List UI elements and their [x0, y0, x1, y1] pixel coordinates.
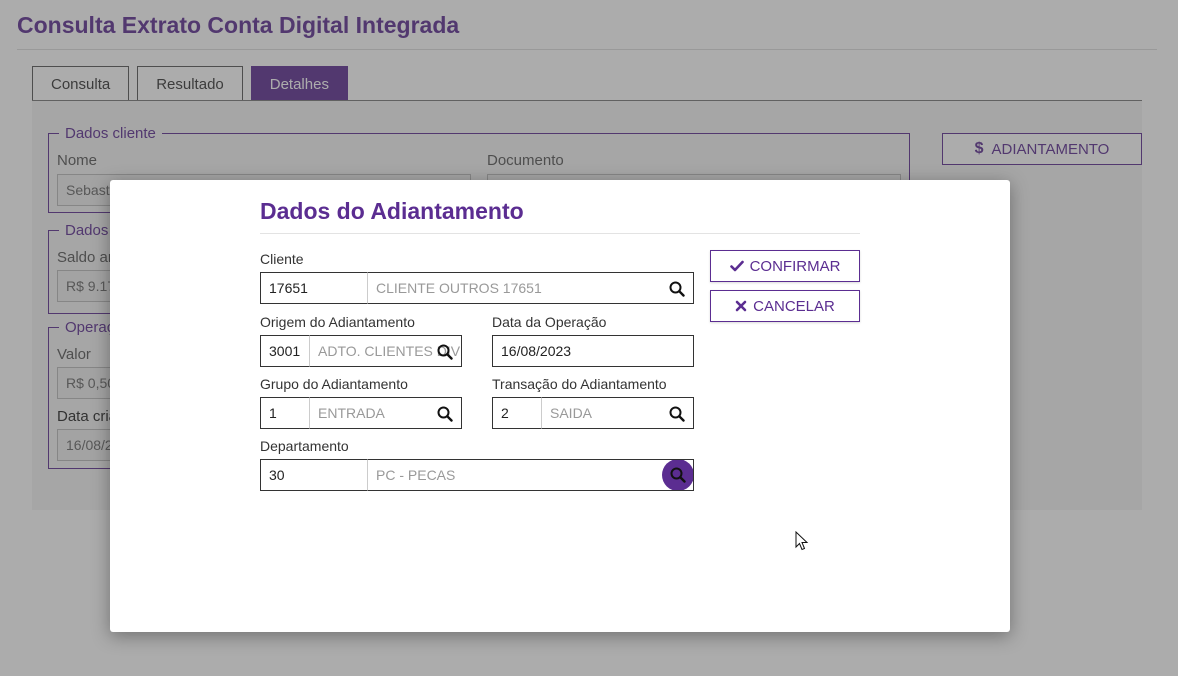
search-icon[interactable]: [662, 460, 693, 490]
search-icon[interactable]: [435, 404, 455, 424]
grupo-label: Grupo do Adiantamento: [260, 376, 408, 392]
grupo-code-input[interactable]: 1: [260, 397, 310, 429]
departamento-desc-text: PC - PECAS: [376, 467, 456, 483]
grupo-desc-field: ENTRADA: [309, 397, 462, 429]
adiantamento-modal: Dados do Adiantamento Cliente 17651 CLIE…: [110, 180, 1010, 632]
cliente-desc-text: CLIENTE OUTROS 17651: [376, 280, 542, 296]
cancelar-button-label: CANCELAR: [753, 297, 835, 315]
mouse-cursor-icon: [795, 530, 809, 554]
confirmar-button[interactable]: CONFIRMAR: [710, 250, 860, 282]
cliente-desc-field: CLIENTE OUTROS 17651: [367, 272, 694, 304]
origem-label: Origem do Adiantamento: [260, 314, 415, 330]
transacao-desc-field: SAIDA: [541, 397, 694, 429]
departamento-label: Departamento: [260, 438, 349, 454]
search-icon[interactable]: [435, 342, 455, 362]
data-operacao-input[interactable]: 16/08/2023: [492, 335, 694, 367]
departamento-desc-field: PC - PECAS: [367, 459, 694, 491]
search-icon[interactable]: [667, 404, 687, 424]
confirmar-button-label: CONFIRMAR: [749, 257, 841, 275]
search-icon[interactable]: [667, 279, 687, 299]
check-icon: [729, 260, 744, 272]
cliente-label: Cliente: [260, 251, 304, 267]
origem-desc-field: ADTO. CLIENTES DIVERSOS: [309, 335, 462, 367]
origem-code-input[interactable]: 3001: [260, 335, 310, 367]
modal-title: Dados do Adiantamento: [260, 198, 524, 224]
data-operacao-label: Data da Operação: [492, 314, 607, 330]
cliente-code-input[interactable]: 17651: [260, 272, 368, 304]
transacao-code-input[interactable]: 2: [492, 397, 542, 429]
transacao-label: Transação do Adiantamento: [492, 376, 667, 392]
modal-divider: [260, 233, 860, 234]
close-icon: [735, 300, 747, 312]
departamento-code-input[interactable]: 30: [260, 459, 368, 491]
cancelar-button[interactable]: CANCELAR: [710, 290, 860, 322]
